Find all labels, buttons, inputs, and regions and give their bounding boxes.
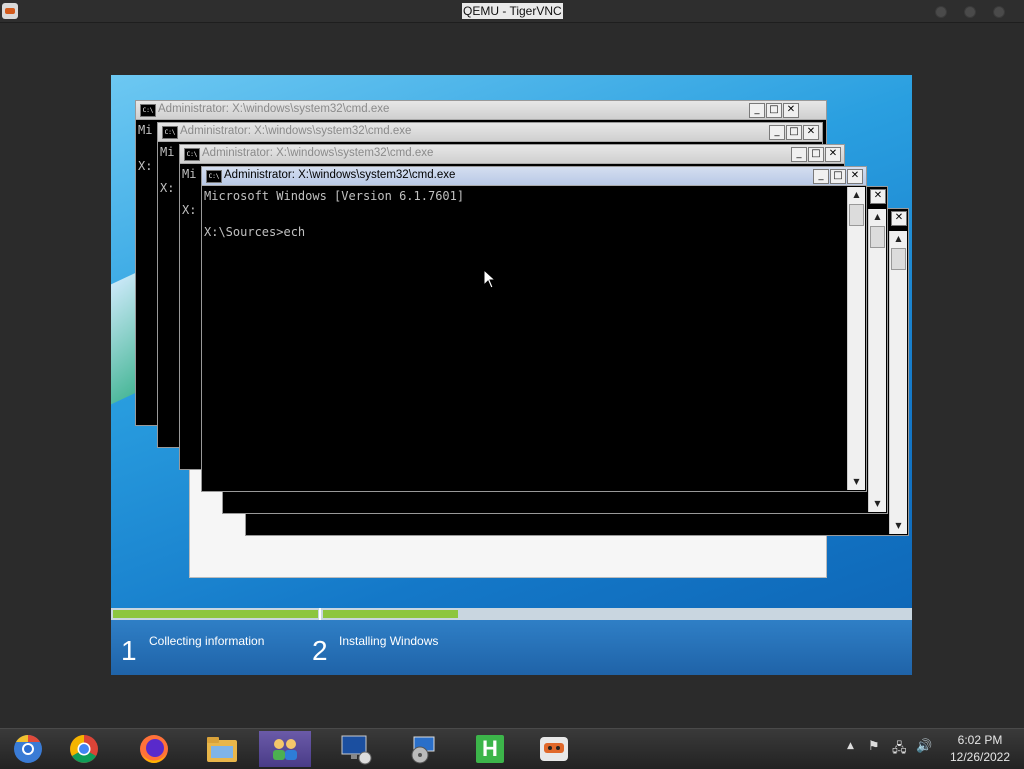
- vnc-close-button[interactable]: [993, 6, 1005, 18]
- firefox-icon: [140, 735, 168, 763]
- cmd-prompt: X:: [160, 181, 175, 195]
- taskbar-chrome[interactable]: [58, 731, 110, 767]
- taskbar-chromium[interactable]: [2, 731, 54, 767]
- maximize-button[interactable]: □: [808, 147, 824, 162]
- taskbar-file-manager[interactable]: [196, 731, 248, 767]
- scroll-up-arrow[interactable]: ▲: [869, 209, 886, 225]
- close-button[interactable]: ✕: [783, 103, 799, 118]
- h-icon: H: [476, 735, 504, 763]
- tray-volume-icon[interactable]: 🔊: [916, 739, 932, 754]
- close-button[interactable]: ✕: [870, 189, 886, 204]
- taskbar-clock[interactable]: 6:02 PM 12/26/2022: [940, 732, 1020, 766]
- clock-date: 12/26/2022: [949, 750, 1011, 764]
- scrollbar[interactable]: ▲ ▼: [847, 187, 865, 490]
- cmd-titlebar[interactable]: C:\ Administrator: X:\windows\system32\c…: [136, 101, 826, 120]
- maximize-button[interactable]: □: [786, 125, 802, 140]
- vnc-logo-icon[interactable]: [2, 3, 18, 19]
- cmd-window-active[interactable]: C:\ Administrator: X:\windows\system32\c…: [201, 166, 867, 492]
- taskbar-network-users[interactable]: [259, 731, 311, 767]
- minimize-button[interactable]: _: [791, 147, 807, 162]
- minimize-button[interactable]: _: [749, 103, 765, 118]
- taskbar-h-app[interactable]: H: [464, 731, 516, 767]
- cmd-prompt-line[interactable]: X:\Sources>ech: [204, 225, 305, 239]
- minimize-button[interactable]: _: [769, 125, 785, 140]
- maximize-button[interactable]: □: [766, 103, 782, 118]
- cmd-icon: C:\: [184, 148, 200, 161]
- progress-divider: [319, 608, 321, 620]
- close-button[interactable]: ✕: [847, 169, 863, 184]
- scrollbar[interactable]: ▲ ▼: [889, 231, 907, 534]
- folder-icon: [207, 737, 237, 762]
- cmd-titlebar[interactable]: C:\ Administrator: X:\windows\system32\c…: [202, 167, 866, 186]
- progress-segment-1: [113, 610, 318, 618]
- step-2-number: 2: [312, 635, 328, 666]
- scroll-thumb[interactable]: [849, 204, 864, 226]
- monitor-icon: [341, 735, 372, 765]
- setup-progress-bar: [111, 608, 912, 620]
- mouse-cursor-icon: [483, 269, 497, 289]
- tray-overflow-arrow[interactable]: ▲: [847, 741, 854, 751]
- cmd-icon: C:\: [162, 126, 178, 139]
- cmd-titlebar[interactable]: C:\ Administrator: X:\windows\system32\c…: [158, 123, 822, 142]
- taskbar: H ▲ ⚑ 🖧 🔊: [0, 728, 1024, 769]
- step-1-label: Collecting information: [149, 634, 265, 648]
- cmd-window-title: Administrator: X:\windows\system32\cmd.e…: [224, 169, 456, 181]
- setup-steps-bar: 1 Collecting information 2 Installing Wi…: [111, 620, 912, 675]
- scroll-up-arrow[interactable]: ▲: [848, 187, 865, 203]
- taskbar-remote-desktop[interactable]: [330, 731, 382, 767]
- scroll-thumb[interactable]: [891, 248, 906, 270]
- scroll-up-arrow[interactable]: ▲: [890, 231, 907, 247]
- tray-network-icon[interactable]: 🖧: [892, 739, 907, 761]
- cmd-output-line: Mi: [138, 123, 153, 137]
- users-icon: [273, 739, 297, 760]
- step-2-label: Installing Windows: [339, 634, 439, 648]
- cmd-version-line: Microsoft Windows [Version 6.1.7601]: [204, 189, 465, 203]
- scroll-thumb[interactable]: [870, 226, 885, 248]
- vnc-title-bar: QEMU - TigerVNC: [0, 0, 1024, 23]
- chromium-icon: [14, 735, 42, 763]
- minimize-button[interactable]: _: [813, 169, 829, 184]
- close-button[interactable]: ✕: [803, 125, 819, 140]
- taskbar-installer[interactable]: [397, 731, 449, 767]
- cmd-prompt: X:: [138, 159, 153, 173]
- taskbar-tigervnc[interactable]: [528, 731, 580, 767]
- step-1-number: 1: [121, 635, 137, 666]
- tray-flag-icon[interactable]: ⚑: [868, 739, 880, 754]
- cmd-output-line: Mi: [182, 167, 197, 181]
- progress-segment-2: [323, 610, 458, 618]
- vnc-window-title: QEMU - TigerVNC: [462, 3, 563, 19]
- scrollbar[interactable]: ▲ ▼: [868, 209, 886, 512]
- vnc-maximize-button[interactable]: [964, 6, 976, 18]
- installer-icon: [411, 736, 435, 764]
- clock-time: 6:02 PM: [957, 733, 1003, 747]
- cmd-icon: C:\: [206, 170, 222, 183]
- taskbar-firefox[interactable]: [128, 731, 180, 767]
- cmd-console[interactable]: Microsoft Windows [Version 6.1.7601] X:\…: [204, 187, 846, 489]
- vnc-minimize-button[interactable]: [935, 6, 947, 18]
- cmd-icon: C:\: [140, 104, 156, 117]
- scroll-down-arrow[interactable]: ▼: [848, 474, 865, 490]
- vnc-icon: [540, 737, 568, 761]
- close-button[interactable]: ✕: [891, 211, 907, 226]
- cmd-window-title: Administrator: X:\windows\system32\cmd.e…: [180, 125, 412, 137]
- scroll-down-arrow[interactable]: ▼: [890, 518, 907, 534]
- cmd-window-title: Administrator: X:\windows\system32\cmd.e…: [158, 103, 390, 115]
- cmd-prompt: X:: [182, 203, 197, 217]
- cmd-output-line: Mi: [160, 145, 175, 159]
- cmd-window-title: Administrator: X:\windows\system32\cmd.e…: [202, 147, 434, 159]
- chrome-icon: [70, 735, 98, 763]
- cmd-titlebar[interactable]: C:\ Administrator: X:\windows\system32\c…: [180, 145, 844, 164]
- close-button[interactable]: ✕: [825, 147, 841, 162]
- maximize-button[interactable]: □: [830, 169, 846, 184]
- scroll-down-arrow[interactable]: ▼: [869, 496, 886, 512]
